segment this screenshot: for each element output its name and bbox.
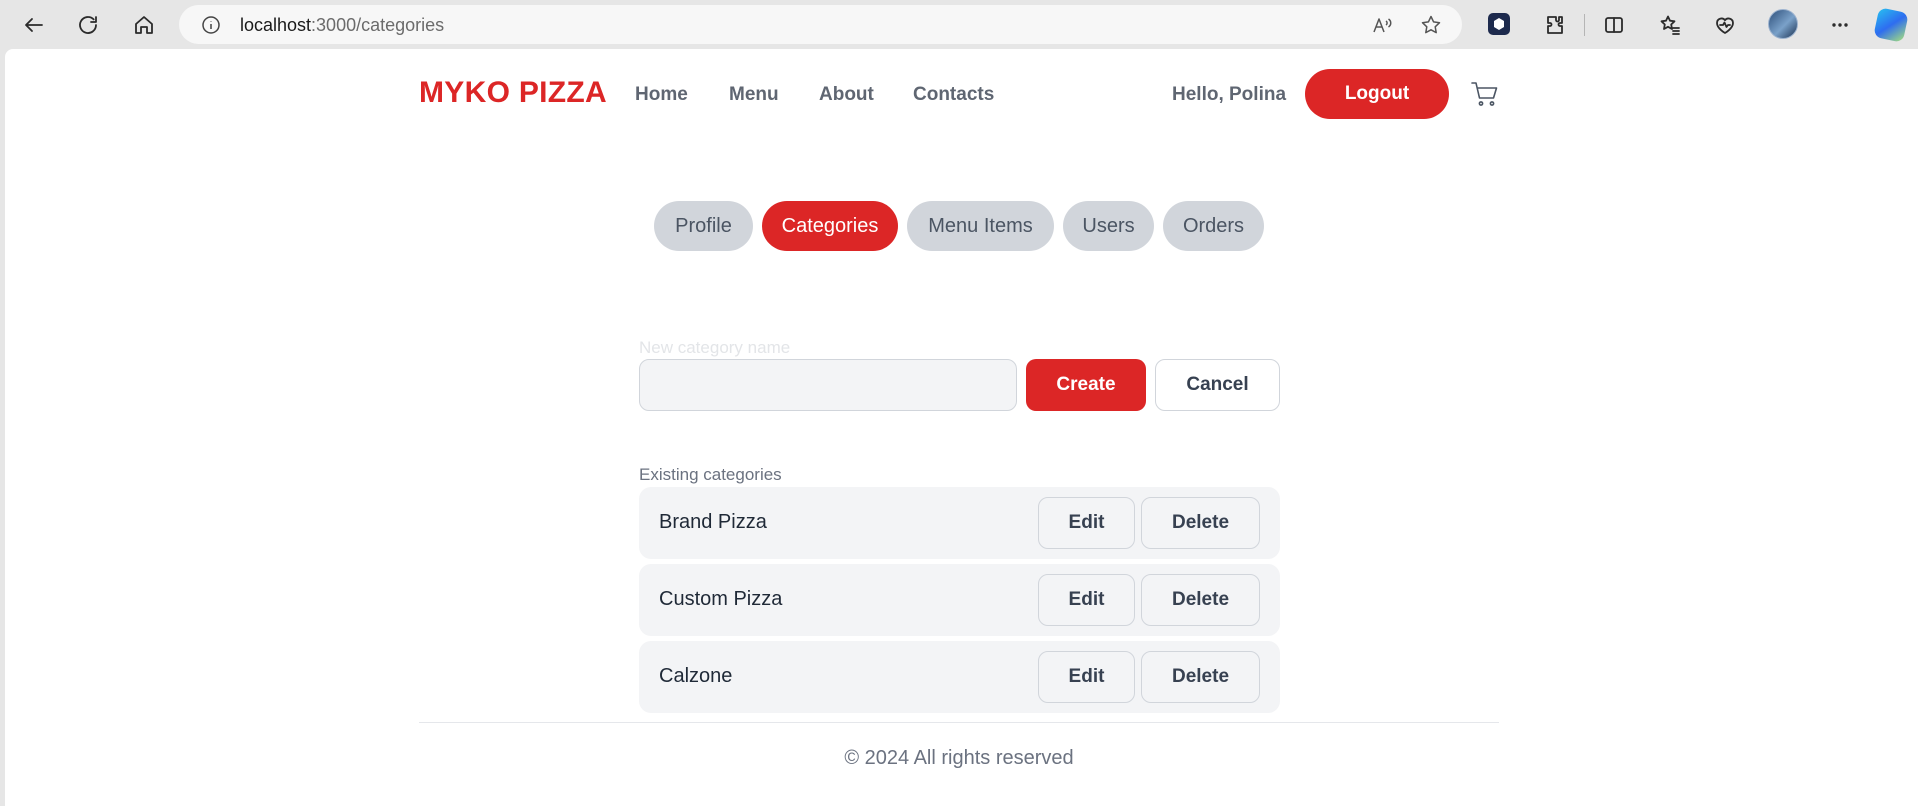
tab-menu-items[interactable]: Menu Items: [907, 201, 1054, 251]
more-options-icon[interactable]: [1820, 5, 1860, 45]
tab-profile[interactable]: Profile: [654, 201, 753, 251]
footer-divider: [419, 722, 1499, 723]
nav-menu[interactable]: Menu: [729, 84, 779, 106]
extension-shield-icon[interactable]: [1488, 13, 1510, 35]
category-row: Calzone Edit Delete: [639, 641, 1280, 713]
tab-orders[interactable]: Orders: [1163, 201, 1264, 251]
existing-categories-heading: Existing categories: [639, 465, 782, 484]
edit-button[interactable]: Edit: [1038, 574, 1135, 626]
extensions-puzzle-icon[interactable]: [1535, 5, 1575, 45]
page-viewport: MYKO PIZZA Home Menu About Contacts Hell…: [5, 49, 1918, 806]
home-icon[interactable]: [124, 5, 164, 45]
nav-about[interactable]: About: [819, 84, 874, 106]
category-name: Custom Pizza: [659, 588, 783, 610]
nav-contacts[interactable]: Contacts: [913, 84, 994, 106]
new-category-input[interactable]: [639, 359, 1017, 411]
delete-button[interactable]: Delete: [1141, 651, 1260, 703]
toolbar-divider: [1584, 14, 1585, 36]
tab-users[interactable]: Users: [1063, 201, 1154, 251]
url-text[interactable]: localhost:3000/categories: [240, 15, 444, 36]
address-bar[interactable]: localhost:3000/categories: [179, 5, 1462, 44]
user-greeting: Hello, Polina: [1172, 84, 1287, 105]
create-button[interactable]: Create: [1026, 359, 1146, 411]
site-logo[interactable]: MYKO PIZZA: [419, 76, 607, 110]
category-name: Calzone: [659, 665, 733, 687]
read-aloud-icon[interactable]: [1369, 12, 1395, 38]
edit-button[interactable]: Edit: [1038, 651, 1135, 703]
profile-avatar[interactable]: [1768, 9, 1798, 39]
category-name: Brand Pizza: [659, 511, 767, 533]
info-icon[interactable]: [201, 15, 221, 35]
favorites-list-icon[interactable]: [1650, 5, 1690, 45]
back-icon[interactable]: [14, 5, 54, 45]
nav-home[interactable]: Home: [635, 84, 688, 106]
delete-button[interactable]: Delete: [1141, 574, 1260, 626]
new-category-label: New category name: [639, 338, 791, 357]
edit-button[interactable]: Edit: [1038, 497, 1135, 549]
url-host: localhost: [240, 15, 312, 35]
logout-button[interactable]: Logout: [1305, 69, 1449, 119]
browser-toolbar: localhost:3000/categories: [0, 0, 1918, 49]
refresh-icon[interactable]: [68, 5, 108, 45]
favorite-star-icon[interactable]: [1418, 12, 1444, 38]
footer-copyright: © 2024 All rights reserved: [844, 747, 1074, 769]
split-screen-icon[interactable]: [1594, 5, 1634, 45]
copilot-icon[interactable]: [1873, 7, 1909, 43]
category-row: Custom Pizza Edit Delete: [639, 564, 1280, 636]
cart-icon[interactable]: [1470, 79, 1500, 109]
tab-categories[interactable]: Categories: [762, 201, 898, 251]
browser-essentials-icon[interactable]: [1705, 5, 1745, 45]
delete-button[interactable]: Delete: [1141, 497, 1260, 549]
category-row: Brand Pizza Edit Delete: [639, 487, 1280, 559]
url-path: :3000/categories: [311, 15, 445, 35]
cancel-button[interactable]: Cancel: [1155, 359, 1280, 411]
